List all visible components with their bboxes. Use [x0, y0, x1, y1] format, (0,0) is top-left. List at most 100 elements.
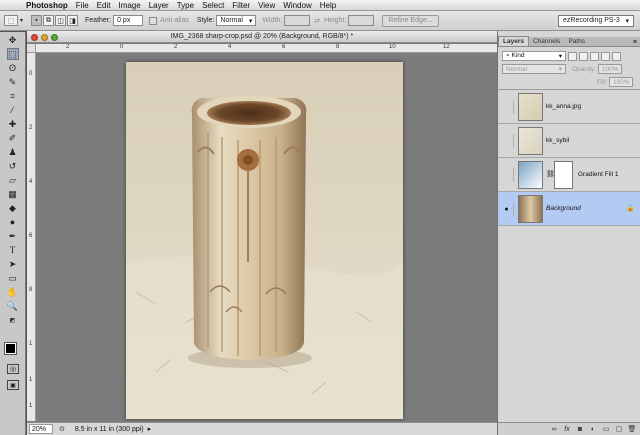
ruler-origin[interactable] [27, 44, 36, 53]
menu-image[interactable]: Image [118, 1, 140, 10]
chevron-down-icon: ▾ [558, 53, 562, 60]
path-select-tool-icon[interactable]: ➤ [7, 258, 19, 270]
close-window-icon[interactable] [31, 34, 38, 41]
foreground-color-swatch[interactable] [4, 342, 17, 355]
layer-row-selected[interactable]: ● Background 🔒 [498, 192, 640, 226]
layer-thumbnail [518, 127, 543, 155]
layer-thumbnail [518, 195, 543, 223]
eyedropper-tool-icon[interactable]: ⁄ [7, 104, 19, 116]
tools-panel: ✥ ⬚ ʘ ✎ ⌗ ⁄ ✚ ✐ ♟ ↺ ▱ ▦ ◆ ● ✒ T ➤ ▭ ✋ 🔍 … [0, 32, 26, 435]
layer-style-icon[interactable]: fx [562, 425, 572, 434]
type-tool-icon[interactable]: T [7, 244, 19, 256]
menu-view[interactable]: View [258, 1, 275, 10]
workspace-switcher[interactable]: ezRecording PS-3 ▾ [558, 14, 634, 27]
layer-row[interactable]: ⛓ Gradient Fill 1 [498, 158, 640, 192]
options-bar: ⬚ ▾ ▪ ⧉ ◫ ◨ Feather: 0 px Anti-alias Styl… [0, 11, 640, 31]
layer-row[interactable]: kk_sybil [498, 124, 640, 158]
filter-adjustment-icon[interactable] [579, 51, 588, 61]
new-layer-icon[interactable]: ▢ [614, 425, 624, 434]
tab-layers[interactable]: Layers [498, 36, 529, 46]
chevron-down-icon: ▾ [248, 17, 253, 25]
zoom-window-icon[interactable] [51, 34, 58, 41]
layer-row[interactable]: kk_anna.jpg [498, 90, 640, 124]
fill-input[interactable]: 100% [609, 77, 633, 87]
quick-select-tool-icon[interactable]: ✎ [7, 76, 19, 88]
blend-mode-value: Normal [506, 65, 527, 73]
subtract-selection-icon[interactable]: ◫ [55, 15, 67, 26]
tab-paths[interactable]: Paths [564, 37, 589, 46]
ruler-horizontal[interactable]: 2 0 2 4 6 8 10 12 [36, 44, 497, 53]
width-input[interactable] [284, 15, 311, 26]
visibility-toggle[interactable] [500, 134, 514, 148]
new-group-icon[interactable]: ▭ [601, 425, 611, 434]
tool-preset-picker[interactable]: ⬚ ▾ [4, 15, 23, 26]
visibility-toggle[interactable] [500, 168, 514, 182]
minimize-window-icon[interactable] [41, 34, 48, 41]
healing-brush-tool-icon[interactable]: ✚ [7, 118, 19, 130]
menu-help[interactable]: Help [320, 1, 336, 10]
history-brush-tool-icon[interactable]: ↺ [7, 160, 19, 172]
menu-edit[interactable]: Edit [97, 1, 111, 10]
rect-marquee-tool-icon[interactable]: ⬚ [6, 48, 19, 60]
add-mask-icon[interactable]: ◙ [575, 425, 585, 434]
trash-icon[interactable]: 🗑 [627, 425, 637, 434]
eye-icon[interactable]: ● [500, 202, 514, 216]
ruler-h-tick-label: 4 [228, 44, 232, 50]
screen-mode-icon[interactable]: ▣ [7, 380, 19, 390]
filter-pixel-icon[interactable] [568, 51, 577, 61]
height-input[interactable] [348, 15, 375, 26]
blur-tool-icon[interactable]: ◆ [7, 202, 19, 214]
link-layers-icon[interactable]: ∞ [549, 425, 559, 434]
status-menu-arrow-icon[interactable]: ▸ [148, 425, 152, 433]
layer-filter-select[interactable]: ⌕ Kind ▾ [502, 51, 566, 61]
lock-icon[interactable]: 🔒 [626, 204, 635, 212]
layer-name: Gradient Fill 1 [578, 171, 619, 178]
menu-filter[interactable]: Filter [232, 1, 250, 10]
dodge-tool-icon[interactable]: ● [7, 216, 19, 228]
filter-smart-icon[interactable] [612, 51, 621, 61]
menu-layer[interactable]: Layer [149, 1, 169, 10]
intersect-selection-icon[interactable]: ◨ [67, 15, 79, 26]
refine-edge-button[interactable]: Refine Edge... [382, 14, 439, 27]
zoom-level-field[interactable]: 20% [29, 424, 53, 434]
lasso-tool-icon[interactable]: ʘ [7, 62, 19, 74]
document-title-bar[interactable]: IMG_2368 sharp-crop.psd @ 20% (Backgroun… [27, 31, 497, 43]
new-selection-icon[interactable]: ▪ [31, 15, 43, 26]
filter-shape-icon[interactable] [601, 51, 610, 61]
default-colors-icon[interactable]: ◩ [7, 314, 19, 326]
adjustment-layer-icon[interactable]: ◐ [588, 425, 598, 434]
move-tool-icon[interactable]: ✥ [7, 34, 19, 46]
pasteboard[interactable] [36, 53, 497, 421]
visibility-toggle[interactable] [500, 100, 514, 114]
hand-tool-icon[interactable]: ✋ [7, 286, 19, 298]
rectangle-tool-icon[interactable]: ▭ [7, 272, 19, 284]
menu-file[interactable]: File [76, 1, 89, 10]
add-selection-icon[interactable]: ⧉ [43, 15, 55, 26]
tab-channels[interactable]: Channels [529, 37, 564, 46]
swap-icon[interactable]: ⇄ [314, 17, 320, 25]
gradient-tool-icon[interactable]: ▦ [7, 188, 19, 200]
antialias-checkbox[interactable] [149, 16, 158, 25]
menu-app-photoshop[interactable]: Photoshop [26, 1, 68, 10]
canvas-image[interactable] [126, 62, 403, 419]
feather-input[interactable]: 0 px [113, 15, 144, 26]
style-select[interactable]: Normal ▾ [216, 15, 257, 26]
panel-menu-icon[interactable]: ≡ [633, 39, 637, 46]
status-info-icon[interactable]: ⊙ [59, 425, 65, 433]
opacity-input[interactable]: 100% [597, 64, 622, 74]
chevron-down-icon: ▾ [625, 17, 629, 25]
quick-mask-icon[interactable]: ◎ [7, 364, 19, 374]
pen-tool-icon[interactable]: ✒ [7, 230, 19, 242]
blend-mode-select[interactable]: Normal ▾ [502, 64, 566, 74]
ruler-vertical[interactable]: 0 2 4 6 8 1 1 1 [27, 53, 36, 421]
crop-tool-icon[interactable]: ⌗ [7, 90, 19, 102]
menu-window[interactable]: Window [283, 1, 311, 10]
document-title: IMG_2368 sharp-crop.psd @ 20% (Backgroun… [170, 33, 354, 40]
eraser-tool-icon[interactable]: ▱ [7, 174, 19, 186]
menu-select[interactable]: Select [202, 1, 224, 10]
clone-stamp-tool-icon[interactable]: ♟ [7, 146, 19, 158]
zoom-tool-icon[interactable]: 🔍 [7, 300, 19, 312]
filter-type-icon[interactable] [590, 51, 599, 61]
menu-type[interactable]: Type [177, 1, 194, 10]
brush-tool-icon[interactable]: ✐ [7, 132, 19, 144]
